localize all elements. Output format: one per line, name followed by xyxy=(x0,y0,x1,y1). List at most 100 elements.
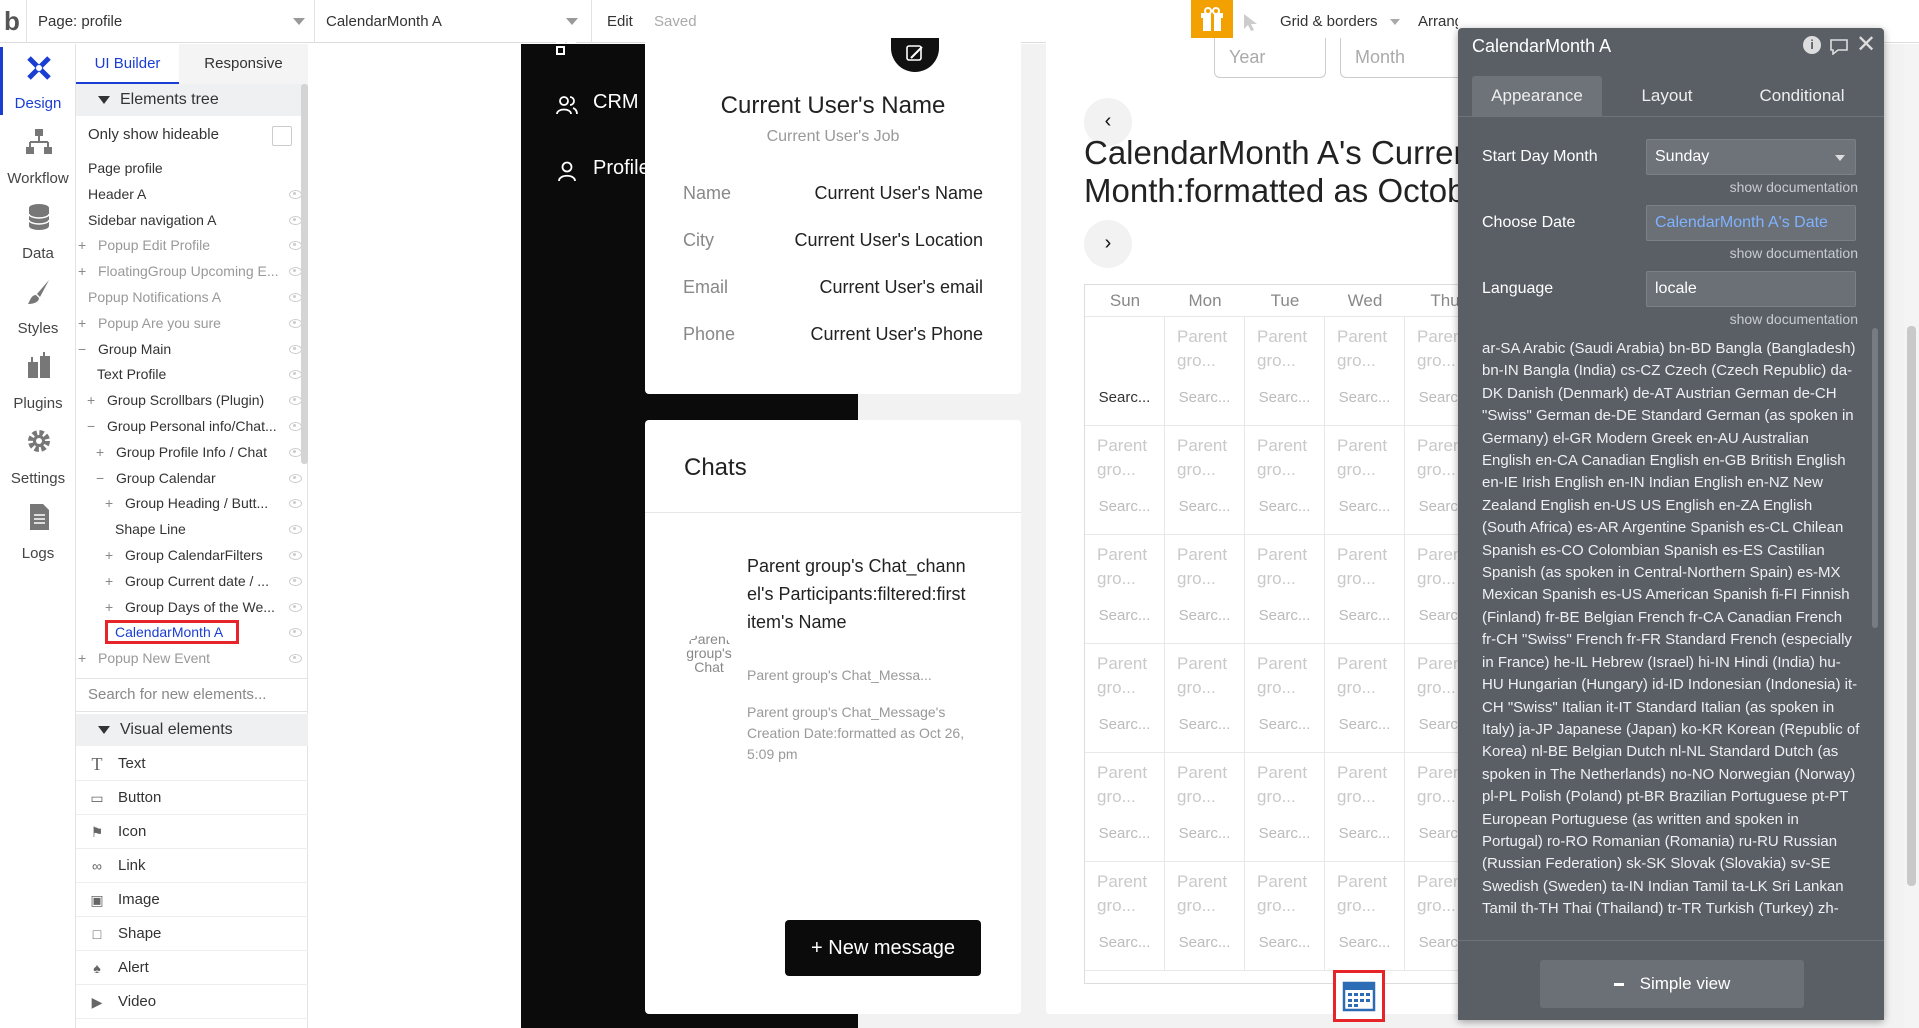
rail-logs[interactable]: Logs xyxy=(0,494,76,568)
calendar-day-cell[interactable]: Parent gro... Searc... xyxy=(1325,317,1405,426)
edit-profile-button[interactable] xyxy=(891,38,939,72)
tree-row[interactable]: Text Profile xyxy=(76,362,308,387)
tree-row[interactable]: − Group Main xyxy=(76,337,308,362)
visual-element-alert[interactable]: ♠ Alert xyxy=(76,951,308,985)
tree-row[interactable]: + Popup New Event xyxy=(76,646,308,671)
visual-element-text[interactable]: T Text xyxy=(76,747,308,781)
calendar-day-cell[interactable]: Parent gro... Searc... xyxy=(1325,753,1405,862)
tab-layout[interactable]: Layout xyxy=(1602,76,1732,116)
calendar-day-cell[interactable]: Parent gro... Searc... xyxy=(1245,317,1325,426)
calendar-day-cell[interactable]: Parent gro... Searc... xyxy=(1085,426,1165,535)
visual-element-image[interactable]: ▣ Image xyxy=(76,883,308,917)
search-elements-input[interactable]: Search for new elements... xyxy=(76,678,308,712)
tab-responsive[interactable]: Responsive xyxy=(179,44,308,84)
expand-icon[interactable]: + xyxy=(105,543,113,568)
collapse-icon[interactable]: − xyxy=(87,414,95,439)
tree-row[interactable]: − Group Personal info/Chat... xyxy=(76,414,308,439)
new-message-button[interactable]: + New message xyxy=(785,920,981,976)
only-show-hideable-checkbox[interactable] xyxy=(272,126,292,146)
language-field[interactable]: locale xyxy=(1646,271,1856,307)
visual-element-icon[interactable]: ⚑ Icon xyxy=(76,815,308,849)
tree-row[interactable]: Page profile xyxy=(76,156,308,181)
cursor-icon[interactable] xyxy=(1242,12,1260,32)
gift-button[interactable] xyxy=(1191,0,1233,43)
eye-icon[interactable] xyxy=(289,628,302,638)
tree-row[interactable]: + FloatingGroup Upcoming E... xyxy=(76,259,308,284)
eye-icon[interactable] xyxy=(289,499,302,509)
calendar-day-cell[interactable]: Parent gro... Searc... xyxy=(1325,426,1405,535)
edit-button[interactable]: Edit xyxy=(607,0,633,43)
rail-styles[interactable]: Styles xyxy=(0,269,76,343)
tree-row[interactable]: Header A xyxy=(76,182,308,207)
expand-icon[interactable]: + xyxy=(105,595,113,620)
tree-row[interactable]: Shape Line xyxy=(76,517,308,542)
calendar-day-cell[interactable]: Parent gro... Searc... xyxy=(1245,535,1325,644)
visual-elements-header[interactable]: Visual elements xyxy=(76,714,308,746)
eye-icon[interactable] xyxy=(289,576,302,586)
calendar-element-highlight[interactable] xyxy=(1333,970,1385,1022)
tree-row[interactable]: + Popup Are you sure xyxy=(76,311,308,336)
calendar-month-grid[interactable]: Sun Mon Tue Wed Thu Searc... Parent gro... Sear… xyxy=(1084,284,1484,984)
rail-settings[interactable]: Settings xyxy=(0,419,76,493)
calendar-day-cell[interactable]: Parent gro... Searc... xyxy=(1085,535,1165,644)
tree-row[interactable]: + Group CalendarFilters xyxy=(76,543,308,568)
eye-icon[interactable] xyxy=(289,602,302,612)
expand-icon[interactable]: + xyxy=(105,569,113,594)
calendar-day-cell[interactable]: Parent gro... Searc... xyxy=(1085,753,1165,862)
calendar-day-cell[interactable]: Parent gro... Searc... xyxy=(1245,862,1325,971)
calendar-day-cell[interactable]: Parent gro... Searc... xyxy=(1165,862,1245,971)
calendar-day-cell[interactable]: Parent gro... Searc... xyxy=(1165,535,1245,644)
show-documentation-link[interactable]: show documentation xyxy=(1730,179,1858,195)
tab-conditional[interactable]: Conditional xyxy=(1732,76,1872,116)
eye-icon[interactable] xyxy=(289,551,302,560)
calendar-day-cell[interactable]: Parent gro... Searc... xyxy=(1165,753,1245,862)
collapse-icon[interactable]: − xyxy=(78,337,86,362)
chevron-down-icon[interactable] xyxy=(1390,19,1400,25)
expand-icon[interactable]: + xyxy=(96,440,104,465)
visual-element-link[interactable]: ∞ Link xyxy=(76,849,308,883)
bubble-logo[interactable]: b xyxy=(4,0,20,43)
calendar-day-cell[interactable]: Parent gro... Searc... xyxy=(1245,644,1325,753)
expand-icon[interactable]: + xyxy=(78,311,86,336)
calendar-day-cell[interactable]: Parent gro... Searc... xyxy=(1085,862,1165,971)
chat-item-title[interactable]: Parent group's Chat_channel's Participan… xyxy=(747,552,967,636)
rail-plugins[interactable]: Plugins xyxy=(0,344,76,418)
start-day-dropdown[interactable]: Sunday xyxy=(1646,139,1856,175)
calendar-day-cell[interactable]: Parent gro... Searc... xyxy=(1325,644,1405,753)
tree-row[interactable]: + Group Heading / Butt... xyxy=(76,491,308,516)
tree-row[interactable]: − Group Calendar xyxy=(76,466,308,491)
panel-scrollbar[interactable] xyxy=(1872,328,1878,628)
eye-icon[interactable] xyxy=(289,473,302,483)
elements-tree-header[interactable]: Elements tree xyxy=(76,84,308,116)
visual-element-button[interactable]: ▭ Button xyxy=(76,781,308,815)
expand-icon[interactable]: + xyxy=(78,259,86,284)
tree-row[interactable]: + Group Profile Info / Chat xyxy=(76,440,308,465)
tab-ui-builder[interactable]: UI Builder xyxy=(76,44,179,84)
chevron-down-icon[interactable] xyxy=(293,18,305,25)
nav-profile[interactable]: Profile xyxy=(593,157,650,180)
calendar-day-cell[interactable]: Parent gro... Searc... xyxy=(1165,426,1245,535)
eye-icon[interactable] xyxy=(289,525,302,535)
tree-row[interactable]: Sidebar navigation A xyxy=(76,208,308,233)
rail-workflow[interactable]: Workflow xyxy=(0,119,76,193)
rail-design[interactable]: Design xyxy=(0,44,76,118)
expand-icon[interactable]: + xyxy=(78,233,86,258)
tree-row[interactable]: + Group Current date / ... xyxy=(76,569,308,594)
chevron-down-icon[interactable] xyxy=(566,18,578,25)
tree-row[interactable]: CalendarMonth A xyxy=(76,620,308,645)
tree-row[interactable]: Popup Notifications A xyxy=(76,285,308,310)
tree-row[interactable]: + Popup Edit Profile xyxy=(76,233,308,258)
calendar-day-cell[interactable]: Parent gro... Searc... xyxy=(1325,535,1405,644)
calendar-day-cell[interactable]: Parent gro... Searc... xyxy=(1245,426,1325,535)
tree-row[interactable]: + Group Days of the We... xyxy=(76,595,308,620)
comment-icon[interactable] xyxy=(1828,37,1850,55)
expand-icon[interactable]: + xyxy=(78,646,86,671)
rail-data[interactable]: Data xyxy=(0,194,76,268)
calendar-day-cell[interactable]: Parent gro... Searc... xyxy=(1165,644,1245,753)
tab-appearance[interactable]: Appearance xyxy=(1472,76,1602,116)
expand-icon[interactable]: + xyxy=(87,388,95,413)
visual-element-shape[interactable]: □ Shape xyxy=(76,917,308,951)
nav-crm[interactable]: CRM xyxy=(593,91,639,114)
info-icon[interactable]: i xyxy=(1803,36,1821,54)
page-select[interactable]: Page: profile xyxy=(38,0,308,43)
